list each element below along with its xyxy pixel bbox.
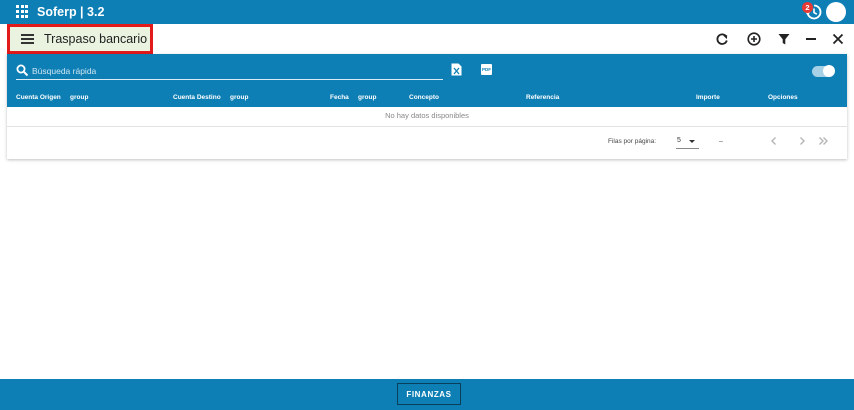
footer-bar: FINANZAS xyxy=(0,379,854,410)
toggle-knob xyxy=(823,65,835,77)
caret-down-icon xyxy=(689,140,695,143)
search-icon xyxy=(16,64,29,77)
history-button[interactable]: 2 xyxy=(802,2,824,22)
double-chevron-right-icon[interactable] xyxy=(816,134,830,148)
chevron-right-icon[interactable] xyxy=(795,134,809,148)
column-header[interactable]: group xyxy=(230,94,248,101)
data-table-card: PDF Cuenta Origen group Cuenta Destino g… xyxy=(7,54,847,159)
empty-state-message: No hay datos disponibles xyxy=(385,111,469,120)
menu-icon[interactable] xyxy=(21,34,34,44)
column-header[interactable]: group xyxy=(358,94,376,101)
column-header[interactable]: Importe xyxy=(696,94,720,101)
rows-per-page-select[interactable]: 5 xyxy=(676,135,699,149)
column-header[interactable]: Cuenta Origen xyxy=(16,94,61,101)
apps-grid-icon[interactable] xyxy=(16,5,30,19)
column-header[interactable]: Referencia xyxy=(526,94,559,101)
column-header[interactable]: Cuenta Destino xyxy=(173,94,221,101)
close-icon[interactable] xyxy=(830,31,846,47)
app-header: Soferp | 3.2 2 xyxy=(0,0,854,24)
table-toolbar: PDF Cuenta Origen group Cuenta Destino g… xyxy=(7,54,847,107)
add-circle-icon[interactable] xyxy=(746,31,762,47)
rows-per-page-label: Filas por página: xyxy=(608,138,657,145)
pdf-export-button[interactable]: PDF xyxy=(481,64,492,75)
column-header[interactable]: group xyxy=(70,94,88,101)
rows-per-page-value: 5 xyxy=(677,137,681,144)
finanzas-module-button[interactable]: FINANZAS xyxy=(397,383,461,405)
page-title: Traspaso bancario xyxy=(44,32,148,46)
refresh-icon[interactable] xyxy=(714,31,730,47)
column-header[interactable]: Fecha xyxy=(330,94,349,101)
divider xyxy=(7,126,847,127)
search-input[interactable] xyxy=(32,64,442,78)
app-title: Soferp | 3.2 xyxy=(37,5,105,19)
minimize-icon[interactable] xyxy=(803,31,819,47)
user-avatar[interactable] xyxy=(826,2,846,22)
page-title-bar: Traspaso bancario xyxy=(0,24,854,54)
filter-icon[interactable] xyxy=(776,31,792,47)
search-underline xyxy=(16,79,443,80)
notification-badge: 2 xyxy=(802,2,813,13)
page-range: – xyxy=(719,138,723,145)
column-header[interactable]: Concepto xyxy=(409,94,439,101)
column-header[interactable]: Opciones xyxy=(768,94,798,101)
chevron-left-icon[interactable] xyxy=(767,134,781,148)
toggle-switch[interactable] xyxy=(812,65,835,77)
excel-export-icon[interactable] xyxy=(451,63,462,76)
page-title-box: Traspaso bancario xyxy=(7,24,153,54)
